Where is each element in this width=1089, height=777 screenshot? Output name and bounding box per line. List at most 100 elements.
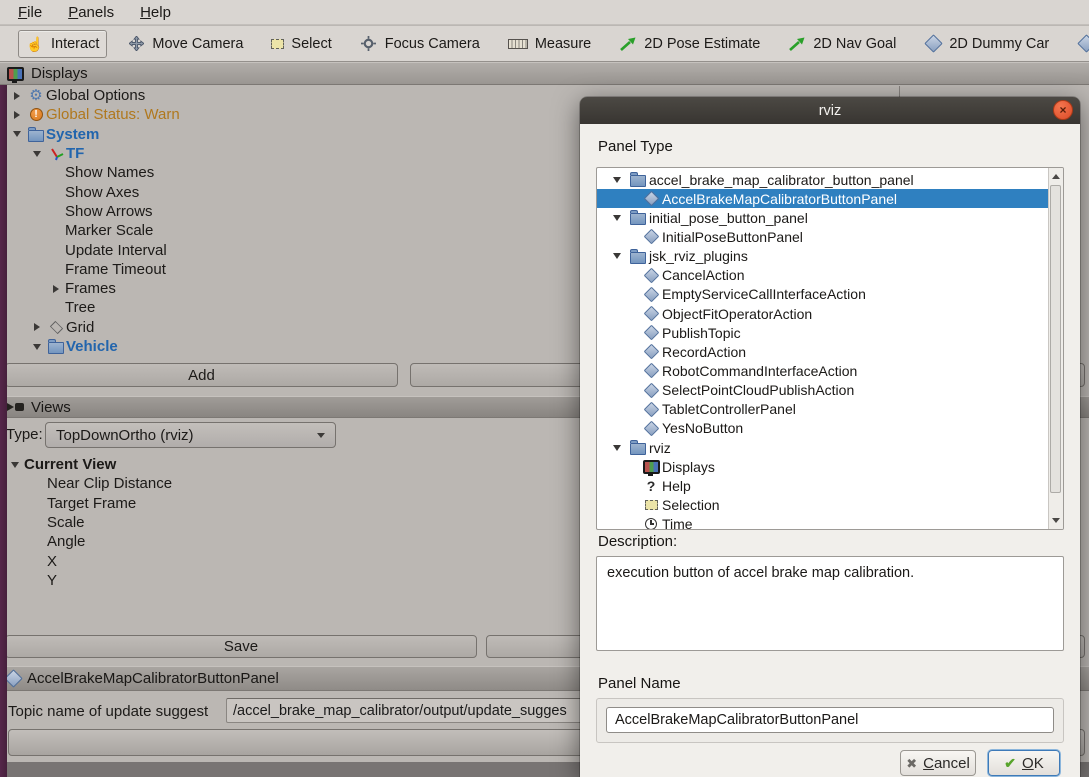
tree-item[interactable]: YesNoButton — [597, 419, 1048, 438]
tree-item-selected[interactable]: AccelBrakeMapCalibratorButtonPanel — [597, 189, 1048, 208]
folder-icon — [26, 127, 46, 142]
scroll-up-icon[interactable] — [1049, 169, 1063, 184]
tree-item-label: Near Clip Distance — [47, 475, 172, 492]
tree-item-label: TF — [66, 145, 84, 162]
chevron-down-icon[interactable] — [6, 462, 24, 468]
tree-item-label: EmptyServiceCallInterfaceAction — [662, 286, 866, 302]
panel-name-input[interactable] — [606, 707, 1054, 733]
chevron-down-icon[interactable] — [8, 131, 26, 137]
tree-item[interactable]: EmptyServiceCallInterfaceAction — [597, 285, 1048, 304]
gear-icon — [26, 88, 46, 103]
tree-item[interactable]: ObjectFitOperatorAction — [597, 304, 1048, 323]
panel-type-label: Panel Type — [598, 138, 673, 155]
diamond-icon — [4, 669, 22, 687]
chevron-right-icon[interactable] — [28, 323, 46, 331]
tree-item[interactable]: InitialPoseButtonPanel — [597, 227, 1048, 246]
description-box: execution button of accel brake map cali… — [596, 556, 1064, 651]
tree-item[interactable]: PublishTopic — [597, 323, 1048, 342]
tree-item-label: RecordAction — [662, 344, 746, 360]
folder-icon — [627, 249, 649, 264]
chevron-down-icon[interactable] — [28, 151, 46, 157]
view-type-select[interactable]: TopDownOrtho (rviz) — [45, 422, 336, 448]
tree-item-label: RobotCommandInterfaceAction — [662, 363, 857, 379]
displays-icon — [7, 67, 24, 81]
x-icon — [906, 755, 917, 772]
panel-name-label: Panel Name — [598, 675, 681, 692]
tree-item-label: Angle — [47, 533, 85, 550]
tree-item-label: rviz — [649, 440, 671, 456]
panel-type-tree: accel_brake_map_calibrator_button_panel … — [596, 167, 1064, 530]
chevron-down-icon[interactable] — [607, 215, 627, 221]
dialog-titlebar[interactable]: rviz — [580, 97, 1080, 124]
chevron-down-icon — [317, 433, 325, 438]
chevron-down-icon[interactable] — [28, 344, 46, 350]
tree-item-label: ObjectFitOperatorAction — [662, 306, 812, 322]
tool-2d-nav-goal[interactable]: 2D Nav Goal — [780, 30, 904, 58]
topic-label: Topic name of update suggest — [8, 703, 208, 720]
save-button[interactable]: Save — [5, 635, 477, 658]
camera-icon — [15, 403, 24, 411]
warning-icon — [26, 108, 46, 121]
tree-item-label: YesNoButton — [662, 420, 743, 436]
chevron-right-icon[interactable] — [47, 285, 65, 293]
tool-measure[interactable]: Measure — [500, 30, 599, 58]
tool-2d-pose-estimate[interactable]: 2D Pose Estimate — [611, 30, 768, 58]
diamond-icon — [1077, 36, 1089, 52]
rviz-window: File Panels Help Interact Move Camera Se… — [0, 0, 1089, 777]
tree-item[interactable]: RobotCommandInterfaceAction — [597, 361, 1048, 380]
tree-item[interactable]: accel_brake_map_calibrator_button_panel — [597, 170, 1048, 189]
clock-icon — [640, 518, 662, 530]
tree-item[interactable]: Help — [597, 476, 1048, 495]
menu-file[interactable]: File — [12, 2, 48, 23]
tool-label: Measure — [535, 36, 591, 52]
chevron-right-icon[interactable] — [8, 111, 26, 119]
tool-2d-dummy-car[interactable]: 2D Dummy Car — [916, 30, 1057, 58]
tree-item[interactable]: Displays — [597, 457, 1048, 476]
tree-item-label: Time — [662, 516, 693, 530]
chevron-down-icon[interactable] — [607, 253, 627, 259]
diamond-icon — [640, 327, 662, 338]
tool-focus-camera[interactable]: Focus Camera — [352, 30, 488, 58]
tree-item[interactable]: jsk_rviz_plugins — [597, 247, 1048, 266]
diamond-icon — [640, 193, 662, 204]
displays-panel-header[interactable]: Displays — [0, 62, 1089, 85]
tree-item[interactable]: Time — [597, 515, 1048, 530]
tree-item[interactable]: CancelAction — [597, 266, 1048, 285]
tree-item[interactable]: Selection — [597, 495, 1048, 514]
dialog-title: rviz — [819, 103, 842, 119]
tree-item-label: Show Arrows — [65, 203, 153, 220]
ok-label: OK — [1022, 755, 1044, 772]
chevron-down-icon[interactable] — [607, 445, 627, 451]
tool-move-camera[interactable]: Move Camera — [119, 30, 251, 58]
tree-item[interactable]: TabletControllerPanel — [597, 400, 1048, 419]
menu-panels[interactable]: Panels — [62, 2, 120, 23]
tool-label: Select — [291, 36, 331, 52]
scroll-down-icon[interactable] — [1049, 513, 1063, 528]
panel-divider — [899, 86, 900, 97]
tree-item[interactable]: SelectPointCloudPublishAction — [597, 381, 1048, 400]
chevron-right-icon[interactable] — [8, 92, 26, 100]
tree-item-label: CancelAction — [662, 267, 745, 283]
tool-interact[interactable]: Interact — [18, 30, 107, 58]
green-arrow-icon — [788, 36, 806, 52]
tree-item[interactable]: RecordAction — [597, 342, 1048, 361]
add-button[interactable]: Add — [5, 363, 398, 387]
displays-icon — [640, 460, 662, 474]
tree-item-label: Tree — [65, 299, 95, 316]
ruler-icon — [508, 39, 528, 49]
ok-button[interactable]: OK — [988, 750, 1060, 776]
tree-item[interactable]: rviz — [597, 438, 1048, 457]
tool-2d-dummy-pedestrian[interactable]: 2D Dummy Pedestrian — [1069, 30, 1089, 58]
hand-icon — [26, 36, 44, 52]
scrollbar-thumb[interactable] — [1050, 185, 1061, 493]
cancel-button[interactable]: Cancel — [900, 750, 976, 776]
scrollbar[interactable] — [1048, 168, 1063, 529]
tool-select[interactable]: Select — [263, 30, 339, 58]
tree-item[interactable]: initial_pose_button_panel — [597, 208, 1048, 227]
menu-help[interactable]: Help — [134, 2, 177, 23]
chevron-down-icon[interactable] — [607, 177, 627, 183]
close-icon[interactable] — [1053, 100, 1073, 120]
diamond-icon — [640, 270, 662, 281]
tree-item-label: System — [46, 126, 99, 143]
diamond-icon — [640, 231, 662, 242]
